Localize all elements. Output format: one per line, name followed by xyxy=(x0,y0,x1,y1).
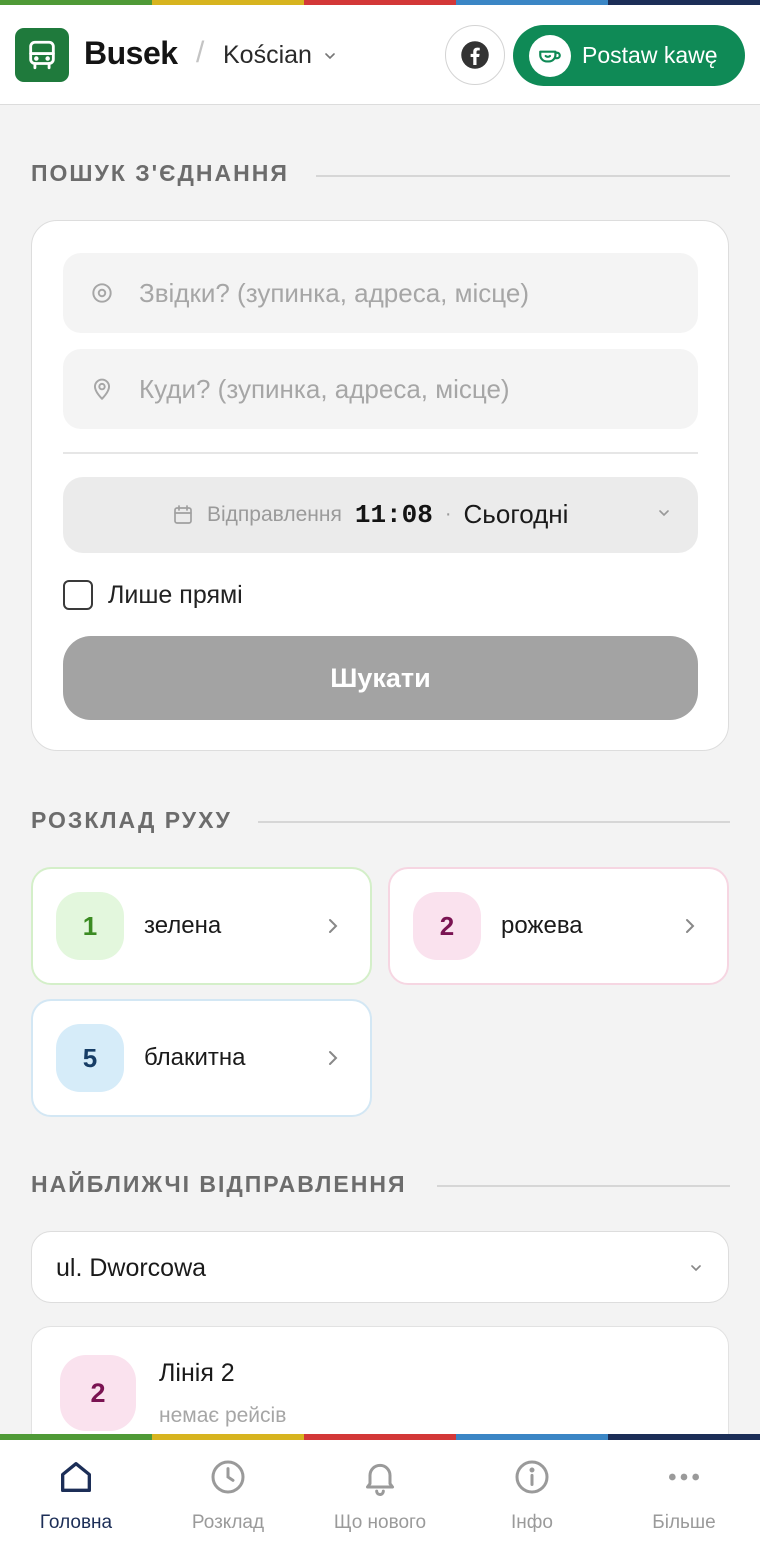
line-badge: 2 xyxy=(413,892,481,960)
chevron-down-icon xyxy=(691,1265,701,1272)
nav-home[interactable]: Головна xyxy=(0,1440,152,1554)
app-brand[interactable]: Busek xyxy=(84,35,178,72)
bell-icon xyxy=(359,1456,401,1498)
departure-day: Сьогодні xyxy=(463,499,569,529)
city-name: Kościan xyxy=(223,41,312,69)
app-header: Busek / Kościan Postaw kawę xyxy=(0,5,760,105)
schedule-section-title: РОЗКЛАД РУХУ xyxy=(31,807,232,833)
breadcrumb-separator: / xyxy=(196,36,205,69)
departure-status: немає рейсів xyxy=(159,1404,287,1427)
nav-info[interactable]: Інфо xyxy=(456,1440,608,1554)
facebook-button[interactable] xyxy=(445,25,505,85)
line-card-2[interactable]: 2 рожева xyxy=(388,867,729,985)
departure-label: Відправлення xyxy=(207,502,342,526)
facebook-icon xyxy=(461,41,489,69)
bus-logo-icon[interactable] xyxy=(15,28,69,82)
line-name: рожева xyxy=(501,912,583,939)
departure-time: 11:08 xyxy=(354,499,433,530)
nav-label: Розклад xyxy=(191,1512,265,1533)
selected-stop: ul. Dworcowa xyxy=(56,1254,207,1282)
nav-label: Головна xyxy=(39,1512,113,1533)
nav-news[interactable]: Що нового xyxy=(304,1440,456,1554)
home-icon xyxy=(55,1456,97,1498)
more-icon xyxy=(663,1456,705,1498)
bottom-navigation: Головна Розклад Що нового Інфо Більше xyxy=(0,1440,760,1554)
nav-label: Інфо xyxy=(511,1512,553,1533)
chevron-right-icon xyxy=(686,919,695,933)
direct-only-option[interactable]: Лише прямі xyxy=(63,580,243,610)
to-input[interactable] xyxy=(139,373,679,405)
section-divider xyxy=(316,175,730,177)
nav-schedule[interactable]: Розклад xyxy=(152,1440,304,1554)
line-badge: 1 xyxy=(56,892,124,960)
info-icon xyxy=(511,1456,553,1498)
chevron-down-icon xyxy=(325,52,335,59)
section-divider xyxy=(437,1185,730,1187)
line-name: зелена xyxy=(144,912,222,939)
departure-time-selector[interactable]: Відправлення 11:08 · Сьогодні xyxy=(63,477,698,553)
coffee-cup-icon xyxy=(529,34,571,77)
nav-more[interactable]: Більше xyxy=(608,1440,760,1554)
search-card: Відправлення 11:08 · Сьогодні Лише прямі… xyxy=(31,220,729,751)
clock-icon xyxy=(207,1456,249,1498)
search-button[interactable]: Шукати xyxy=(63,636,698,720)
line-badge: 5 xyxy=(56,1024,124,1092)
calendar-icon xyxy=(174,504,192,524)
map-pin-icon xyxy=(87,374,117,404)
direct-only-checkbox[interactable] xyxy=(63,580,93,610)
chevron-down-icon xyxy=(659,510,669,517)
stop-select[interactable]: ul. Dworcowa xyxy=(31,1231,729,1303)
chevron-right-icon xyxy=(329,919,338,933)
city-selector[interactable]: Kościan xyxy=(223,41,338,70)
departures-section-title: НАЙБЛИЖЧІ ВІДПРАВЛЕННЯ xyxy=(31,1171,407,1197)
field-divider xyxy=(63,452,698,454)
line-name: блакитна xyxy=(144,1044,246,1071)
line-badge: 2 xyxy=(60,1355,136,1431)
line-card-1[interactable]: 1 зелена xyxy=(31,867,372,985)
nav-label: Що нового xyxy=(333,1512,427,1533)
nav-label: Більше xyxy=(652,1512,716,1533)
origin-target-icon xyxy=(87,278,117,308)
section-divider xyxy=(258,821,730,823)
departure-separator: · xyxy=(444,503,452,525)
from-field[interactable] xyxy=(63,253,698,333)
line-card-5[interactable]: 5 блакитна xyxy=(31,999,372,1117)
to-field[interactable] xyxy=(63,349,698,429)
from-input[interactable] xyxy=(139,277,679,309)
direct-only-label: Лише прямі xyxy=(108,580,243,609)
departure-line-name: Лінія 2 xyxy=(159,1359,235,1387)
search-section-title: ПОШУК З'ЄДНАННЯ xyxy=(31,160,289,186)
buy-coffee-button[interactable]: Postaw kawę xyxy=(513,25,745,86)
chevron-right-icon xyxy=(329,1051,338,1065)
buy-coffee-label: Postaw kawę xyxy=(582,42,718,68)
